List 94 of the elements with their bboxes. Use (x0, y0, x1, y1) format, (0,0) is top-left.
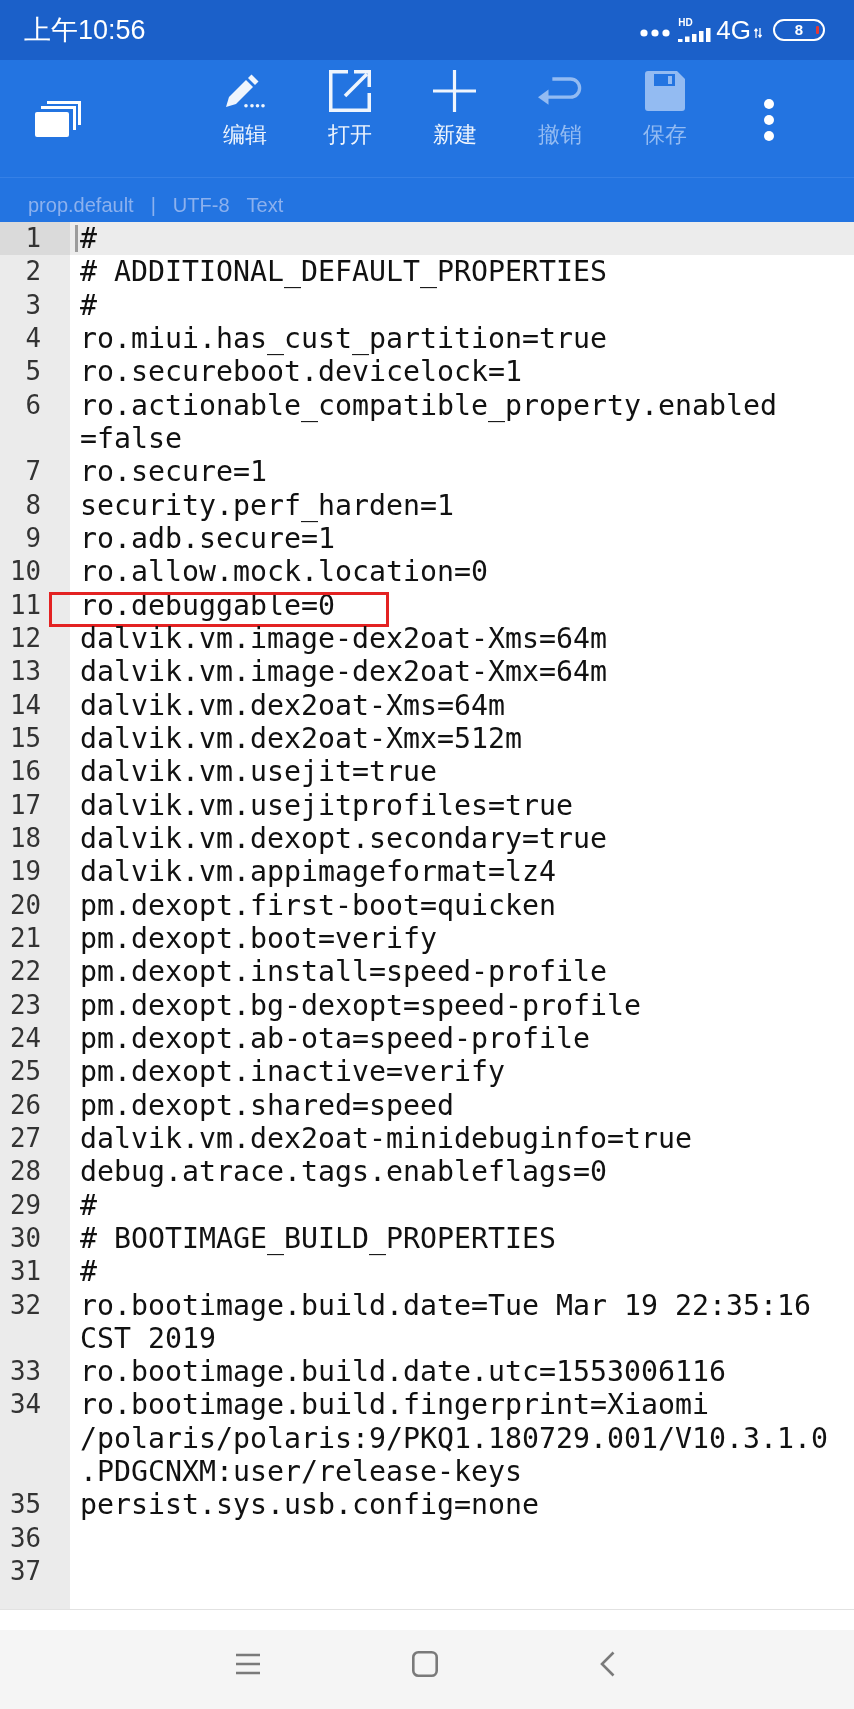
line-number: 34 (8, 1388, 42, 1422)
separator-text: | (150, 193, 156, 217)
code-line: # (80, 1255, 97, 1289)
code-line: dalvik.vm.image-dex2oat-Xms=64m (80, 621, 607, 655)
pencil-icon (224, 73, 265, 108)
back-icon[interactable] (600, 1650, 615, 1677)
code-line: security.perf_harden=1 (80, 488, 454, 522)
line-number: 7 (24, 455, 42, 489)
toolbar-button[interactable]: 新建 (402, 69, 507, 154)
line-number: 1 (24, 222, 42, 255)
code-line: persist.sys.usb.config=none (80, 1488, 539, 1522)
code-line: # (80, 1188, 97, 1222)
code-line: dalvik.vm.usejitprofiles=true (80, 788, 573, 822)
line-number: 33 (8, 1355, 42, 1389)
code-line: pm.dexopt.first-boot=quicken (80, 888, 556, 922)
code-line: ro.bootimage.build.date.utc=1553006116 (80, 1355, 726, 1389)
code-line: dalvik.vm.usejit=true (80, 755, 437, 789)
code-line: dalvik.vm.dex2oat-Xms=64m (80, 688, 505, 722)
line-number: 4 (24, 322, 42, 355)
code-line: pm.dexopt.bg-dexopt=speed-profile (80, 988, 641, 1022)
code-line: ro.secure=1 (80, 455, 267, 489)
code-line: ro.adb.secure=1 (80, 521, 335, 555)
code-line: dalvik.vm.appimageformat=lz4 (80, 855, 556, 889)
stacked-pages-icon[interactable] (35, 101, 81, 137)
code-line: dalvik.vm.image-dex2oat-Xmx=64m (80, 655, 607, 689)
code-line: ro.allow.mock.location=0 (80, 555, 488, 589)
code-line: pm.dexopt.inactive=verify (80, 1055, 505, 1089)
line-number: 14 (8, 688, 42, 722)
line-number: 6 (24, 388, 42, 422)
line-number: 18 (8, 821, 42, 855)
file-name: prop.default (28, 193, 134, 217)
line-number: 5 (24, 355, 42, 389)
code-line: ro.miui.has_cust_partition=true (80, 322, 607, 355)
more-icon[interactable] (761, 97, 777, 142)
battery-indicator: 8 (773, 19, 825, 41)
line-number: 23 (8, 988, 42, 1022)
toolbar-button[interactable]: 打开 (297, 69, 402, 154)
encoding-label: UTF-8 (172, 193, 230, 217)
text-editor-field[interactable] (0, 222, 854, 1610)
code-line: dalvik.vm.dexopt.secondary=true (80, 821, 607, 855)
line-number: 2 (24, 255, 42, 289)
plus-icon (433, 69, 476, 112)
line-number: 37 (8, 1555, 42, 1589)
menu-icon[interactable] (236, 1652, 260, 1675)
code-line: # BOOTIMAGE_BUILD_PROPERTIES (80, 1221, 556, 1255)
line-number: 3 (24, 288, 42, 322)
syntax-label: Text (246, 193, 284, 217)
line-number: 32 (8, 1288, 42, 1322)
code-line: debug.atrace.tags.enableflags=0 (80, 1155, 607, 1189)
line-number: 20 (8, 888, 42, 922)
code-line: pm.dexopt.install=speed-profile (80, 955, 607, 989)
line-number: 35 (8, 1488, 42, 1522)
line-number: 11 (8, 588, 42, 622)
code-line: # (80, 288, 97, 322)
line-number: 31 (8, 1255, 42, 1289)
line-number: 28 (8, 1155, 42, 1189)
code-line: pm.dexopt.ab-ota=speed-profile (80, 1021, 590, 1055)
code-line: pm.dexopt.shared=speed (80, 1088, 454, 1122)
line-number: 27 (8, 1121, 42, 1155)
network-label: HD (678, 18, 693, 28)
line-number: 19 (8, 855, 42, 889)
text-cursor (75, 225, 78, 252)
code-line: pm.dexopt.boot=verify (80, 921, 437, 955)
code-line: dalvik.vm.dex2oat-minidebuginfo=true (80, 1121, 692, 1155)
data-arrows-icon (754, 28, 762, 38)
return-arrow-icon (537, 76, 582, 105)
line-number: 16 (8, 755, 42, 789)
code-line: dalvik.vm.dex2oat-Xmx=512m (80, 721, 522, 755)
code-line: # (80, 222, 97, 255)
line-number: 30 (8, 1221, 42, 1255)
status-time: 上午10:56 (24, 14, 146, 46)
line-number: 8 (24, 488, 42, 522)
line-number: 10 (8, 555, 42, 589)
line-number: 15 (8, 721, 42, 755)
line-number: 36 (8, 1521, 42, 1555)
code-line: ro.secureboot.devicelock=1 (80, 355, 522, 389)
toolbar-button[interactable]: 编辑 (192, 69, 297, 154)
line-number: 26 (8, 1088, 42, 1122)
line-number: 25 (8, 1055, 42, 1089)
line-number: 17 (8, 788, 42, 822)
line-number: 12 (8, 621, 42, 655)
line-number: 24 (8, 1021, 42, 1055)
line-number: 13 (8, 655, 42, 689)
signal-icon (678, 28, 712, 42)
square-icon[interactable] (412, 1650, 438, 1677)
line-number: 9 (24, 521, 42, 555)
box-arrow-icon (328, 69, 371, 112)
network-type-label: 4G (716, 16, 751, 44)
line-number: 21 (8, 921, 42, 955)
line-number: 29 (8, 1188, 42, 1222)
code-line: # ADDITIONAL_DEFAULT_PROPERTIES (80, 255, 607, 289)
dots-icon (640, 29, 671, 37)
code-line: ro.debuggable=0 (80, 588, 335, 622)
line-number: 22 (8, 955, 42, 989)
